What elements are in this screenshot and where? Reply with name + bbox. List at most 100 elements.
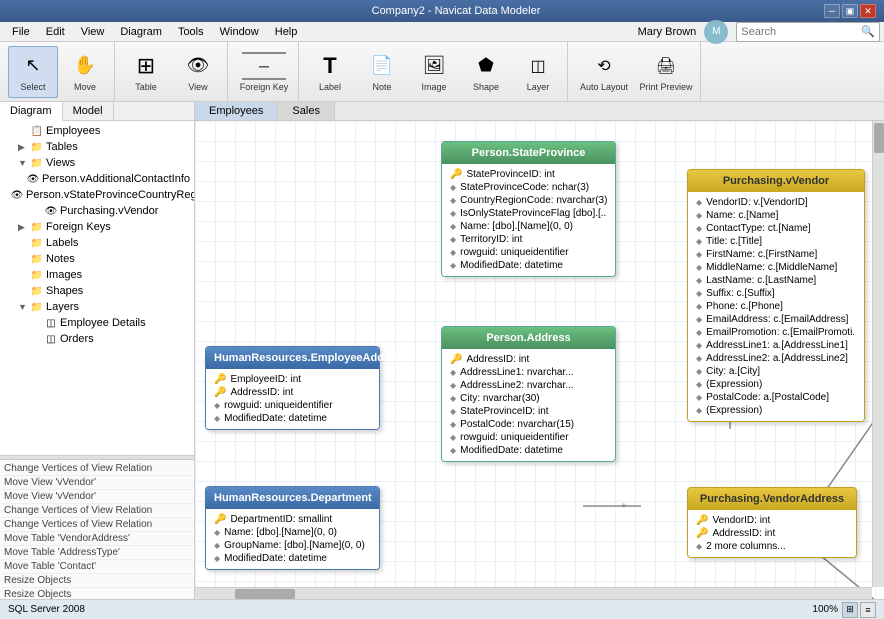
tree-view-vendor-label: Purchasing.vVendor (60, 205, 158, 217)
tree-layers[interactable]: ▼ 📁 Layers (2, 299, 192, 315)
menu-diagram[interactable]: Diagram (112, 24, 170, 40)
search-input[interactable] (741, 26, 861, 38)
menu-view[interactable]: View (73, 24, 113, 40)
entity-department[interactable]: HumanResources.Department 🔑DepartmentID:… (205, 486, 380, 570)
select-icon: ↖ (19, 52, 47, 80)
user-name: Mary Brown (638, 26, 697, 38)
tree-images-label: Images (46, 269, 82, 281)
move-button[interactable]: ✋ Move (60, 46, 110, 98)
tree-employees[interactable]: 📋 Employees (2, 123, 192, 139)
sidebar-tab-diagram[interactable]: Diagram (0, 102, 63, 121)
maximize-button[interactable]: ▣ (842, 4, 858, 18)
field-rowguid-sp: ◆rowguid: uniqueidentifier (450, 246, 607, 259)
canvas-tab-sales[interactable]: Sales (278, 102, 335, 120)
tree-labels[interactable]: 📁 Labels (2, 235, 192, 251)
entity-purchasing-vvendor[interactable]: Purchasing.vVendor ◆VendorID: v.[VendorI… (687, 169, 865, 422)
label-label: Label (319, 82, 341, 92)
tree-shapes[interactable]: 📁 Shapes (2, 283, 192, 299)
layer-button[interactable]: ◫ Layer (513, 46, 563, 98)
log-item-5: Move Table 'VendorAddress' (2, 532, 192, 546)
window-controls[interactable]: ─ ▣ ✕ (824, 4, 876, 18)
tree-tables[interactable]: ▶ 📁 Tables (2, 139, 192, 155)
auto-layout-button[interactable]: ⟲ Auto Layout (574, 46, 634, 98)
field-email: ◆EmailAddress: c.[EmailAddress] (696, 313, 856, 326)
menu-help[interactable]: Help (267, 24, 306, 40)
tree-images[interactable]: 📁 Images (2, 267, 192, 283)
menu-tools[interactable]: Tools (170, 24, 212, 40)
tree-fk-label: Foreign Keys (46, 221, 111, 233)
layer-employee-icon: ◫ (44, 316, 58, 330)
close-button[interactable]: ✕ (860, 4, 876, 18)
tree-view-additional[interactable]: 👁 Person.vAdditionalContactInfo (2, 171, 192, 187)
foreign-key-button[interactable]: ─ Foreign Key (234, 46, 294, 98)
canvas-tab-employees[interactable]: Employees (195, 102, 278, 120)
shape-button[interactable]: ⬟ Shape (461, 46, 511, 98)
status-bar: SQL Server 2008 100% ⊞ ≡ (0, 599, 884, 619)
search-icon[interactable]: 🔍 (861, 25, 875, 38)
entity-vendor-address[interactable]: Purchasing.VendorAddress 🔑VendorID: int … (687, 487, 857, 558)
field-postal-v: ◆PostalCode: a.[PostalCode] (696, 391, 856, 404)
select-button[interactable]: ↖ Select (8, 46, 58, 98)
tree-layer-employee[interactable]: ◫ Employee Details (2, 315, 192, 331)
tree-layer-employee-label: Employee Details (60, 317, 146, 329)
view-button[interactable]: 👁 View (173, 46, 223, 98)
sidebar-tab-model[interactable]: Model (63, 102, 114, 120)
entity-vendor-address-body: 🔑VendorID: int 🔑AddressID: int ◆2 more c… (688, 510, 856, 557)
foreign-key-label: Foreign Key (240, 82, 289, 92)
scrollbar-thumb-h[interactable] (235, 589, 295, 599)
table-label: Table (135, 82, 157, 92)
tree-view-vendor[interactable]: 👁 Purchasing.vVendor (2, 203, 192, 219)
notes-icon: 📁 (30, 252, 44, 266)
print-preview-button[interactable]: 🖨 Print Preview (636, 46, 696, 98)
tree-foreign-keys[interactable]: ▶ 📁 Foreign Keys (2, 219, 192, 235)
field-va-addressid: 🔑AddressID: int (696, 527, 848, 540)
note-button[interactable]: 📄 Note (357, 46, 407, 98)
menu-edit[interactable]: Edit (38, 24, 73, 40)
menu-window[interactable]: Window (212, 24, 267, 40)
scrollbar-vertical[interactable] (872, 121, 884, 587)
view-list-button[interactable]: ≡ (860, 602, 876, 618)
tree-views[interactable]: ▼ 📁 Views (2, 155, 192, 171)
view-icon: 👁 (184, 52, 212, 80)
table-button[interactable]: ⊞ Table (121, 46, 171, 98)
entity-vvendor-header: Purchasing.vVendor (688, 170, 864, 192)
entity-person-address[interactable]: Person.Address 🔑AddressID: int ◆AddressL… (441, 326, 616, 462)
tree-views-label: Views (46, 157, 75, 169)
entity-employee-address-body: 🔑EmployeeID: int 🔑AddressID: int ◆rowgui… (206, 369, 379, 429)
scrollbar-horizontal[interactable] (195, 587, 872, 599)
tree-view-state[interactable]: 👁 Person.vStateProvinceCountryRegion (2, 187, 192, 203)
tree-view-additional-label: Person.vAdditionalContactInfo (42, 173, 190, 185)
field-address-line2: ◆AddressLine2: nvarchar... (450, 379, 607, 392)
menu-file[interactable]: File (4, 24, 38, 40)
sidebar-tree: 📋 Employees ▶ 📁 Tables ▼ 📁 Views 👁 Perso… (0, 121, 194, 455)
view-grid-button[interactable]: ⊞ (842, 602, 858, 618)
label-button[interactable]: T Label (305, 46, 355, 98)
select-tool-group: ↖ Select ✋ Move (4, 42, 115, 101)
field-group-name: ◆GroupName: [dbo].[Name](0, 0) (214, 539, 371, 552)
svg-text:+: + (621, 501, 627, 512)
field-title: ◆Title: c.[Title] (696, 235, 856, 248)
tree-layer-orders[interactable]: ◫ Orders (2, 331, 192, 347)
field-city-v: ◆City: a.[City] (696, 365, 856, 378)
minimize-button[interactable]: ─ (824, 4, 840, 18)
views-icon: 📁 (30, 156, 44, 170)
field-rowguid-pa: ◆rowguid: uniqueidentifier (450, 431, 607, 444)
search-box[interactable]: 🔍 (736, 22, 880, 42)
entity-state-province[interactable]: Person.StateProvince 🔑StateProvinceID: i… (441, 141, 616, 277)
log-item-3: Change Vertices of View Relation (2, 504, 192, 518)
tree-notes[interactable]: 📁 Notes (2, 251, 192, 267)
view-state-icon: 👁 (10, 188, 24, 202)
print-preview-icon: 🖨 (652, 52, 680, 80)
view-toggle[interactable]: ⊞ ≡ (842, 602, 876, 618)
field-state-province-code: ◆StateProvinceCode: nchar(3) (450, 181, 607, 194)
field-moddate-sp: ◆ModifiedDate: datetime (450, 259, 607, 272)
image-button[interactable]: 🖼 Image (409, 46, 459, 98)
entity-employee-address[interactable]: HumanResources.EmployeeAddress 🔑Employee… (205, 346, 380, 430)
field-is-only-state: ◆IsOnlyStateProvinceFlag [dbo].[... (450, 207, 607, 220)
log-item-2: Move View 'vVendor' (2, 490, 192, 504)
scrollbar-thumb-v[interactable] (874, 123, 884, 153)
view-label: View (188, 82, 207, 92)
sidebar-log: Change Vertices of View Relation Move Vi… (0, 459, 194, 599)
tree-layers-label: Layers (46, 301, 79, 313)
canvas[interactable]: + + > Person.StateProvince 🔑StateProvinc… (195, 121, 884, 599)
